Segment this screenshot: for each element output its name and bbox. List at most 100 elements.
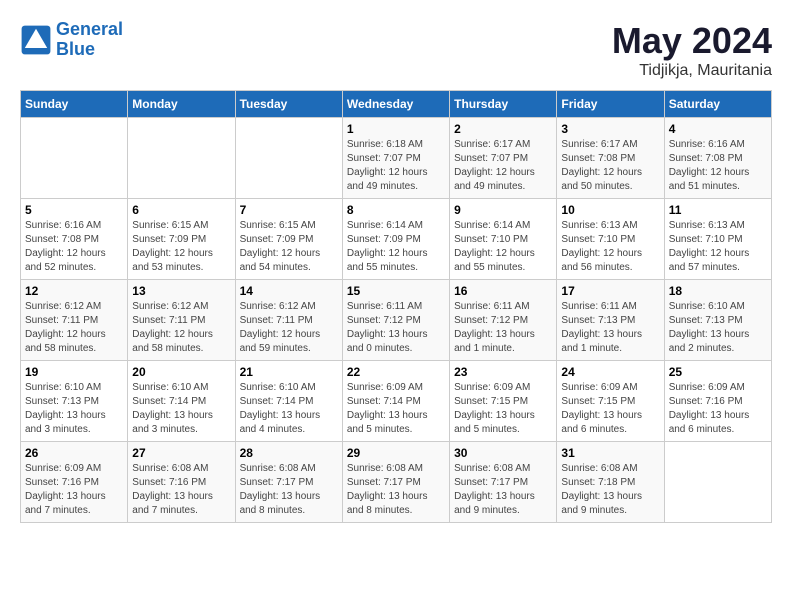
- location-subtitle: Tidjikja, Mauritania: [612, 62, 772, 80]
- calendar-table: SundayMondayTuesdayWednesdayThursdayFrid…: [20, 90, 772, 523]
- day-number: 3: [561, 122, 659, 136]
- day-detail: Sunrise: 6:08 AM Sunset: 7:17 PM Dayligh…: [347, 462, 445, 518]
- day-number: 1: [347, 122, 445, 136]
- table-cell: 29 Sunrise: 6:08 AM Sunset: 7:17 PM Dayli…: [342, 442, 449, 523]
- table-cell: 14 Sunrise: 6:12 AM Sunset: 7:11 PM Dayli…: [235, 280, 342, 361]
- day-number: 28: [240, 446, 338, 460]
- day-number: 21: [240, 365, 338, 379]
- day-detail: Sunrise: 6:13 AM Sunset: 7:10 PM Dayligh…: [561, 219, 659, 275]
- day-number: 27: [132, 446, 230, 460]
- table-cell: 16 Sunrise: 6:11 AM Sunset: 7:12 PM Dayli…: [450, 280, 557, 361]
- day-detail: Sunrise: 6:16 AM Sunset: 7:08 PM Dayligh…: [669, 138, 767, 194]
- day-number: 17: [561, 284, 659, 298]
- day-number: 13: [132, 284, 230, 298]
- day-detail: Sunrise: 6:13 AM Sunset: 7:10 PM Dayligh…: [669, 219, 767, 275]
- day-detail: Sunrise: 6:16 AM Sunset: 7:08 PM Dayligh…: [25, 219, 123, 275]
- table-cell: 6 Sunrise: 6:15 AM Sunset: 7:09 PM Daylig…: [128, 199, 235, 280]
- day-number: 19: [25, 365, 123, 379]
- logo-line2: Blue: [56, 39, 95, 59]
- day-detail: Sunrise: 6:17 AM Sunset: 7:08 PM Dayligh…: [561, 138, 659, 194]
- day-number: 20: [132, 365, 230, 379]
- table-cell: [235, 118, 342, 199]
- table-cell: 2 Sunrise: 6:17 AM Sunset: 7:07 PM Daylig…: [450, 118, 557, 199]
- day-number: 25: [669, 365, 767, 379]
- table-cell: 8Sunrise: 6:14 AM Sunset: 7:09 PM Daylig…: [342, 199, 449, 280]
- weekday-header-thursday: Thursday: [450, 91, 557, 118]
- day-number: 11: [669, 203, 767, 217]
- weekday-header-saturday: Saturday: [664, 91, 771, 118]
- day-number: 4: [669, 122, 767, 136]
- logo-line1: General: [56, 19, 123, 39]
- day-detail: Sunrise: 6:11 AM Sunset: 7:12 PM Dayligh…: [347, 300, 445, 356]
- week-row-3: 12 Sunrise: 6:12 AM Sunset: 7:11 PM Dayli…: [21, 280, 772, 361]
- table-cell: 7Sunrise: 6:15 AM Sunset: 7:09 PM Daylig…: [235, 199, 342, 280]
- table-cell: 1 Sunrise: 6:18 AM Sunset: 7:07 PM Daylig…: [342, 118, 449, 199]
- day-number: 7: [240, 203, 338, 217]
- day-detail: Sunrise: 6:10 AM Sunset: 7:13 PM Dayligh…: [25, 381, 123, 437]
- day-detail: Sunrise: 6:08 AM Sunset: 7:18 PM Dayligh…: [561, 462, 659, 518]
- week-row-1: 1 Sunrise: 6:18 AM Sunset: 7:07 PM Daylig…: [21, 118, 772, 199]
- table-cell: [128, 118, 235, 199]
- day-detail: Sunrise: 6:10 AM Sunset: 7:13 PM Dayligh…: [669, 300, 767, 356]
- day-detail: Sunrise: 6:08 AM Sunset: 7:16 PM Dayligh…: [132, 462, 230, 518]
- day-detail: Sunrise: 6:12 AM Sunset: 7:11 PM Dayligh…: [25, 300, 123, 356]
- table-cell: 30Sunrise: 6:08 AM Sunset: 7:17 PM Dayli…: [450, 442, 557, 523]
- day-number: 6: [132, 203, 230, 217]
- table-cell: 10 Sunrise: 6:13 AM Sunset: 7:10 PM Dayli…: [557, 199, 664, 280]
- weekday-header-tuesday: Tuesday: [235, 91, 342, 118]
- weekday-header-wednesday: Wednesday: [342, 91, 449, 118]
- table-cell: 20 Sunrise: 6:10 AM Sunset: 7:14 PM Dayli…: [128, 361, 235, 442]
- day-number: 15: [347, 284, 445, 298]
- day-detail: Sunrise: 6:18 AM Sunset: 7:07 PM Dayligh…: [347, 138, 445, 194]
- day-detail: Sunrise: 6:17 AM Sunset: 7:07 PM Dayligh…: [454, 138, 552, 194]
- day-number: 22: [347, 365, 445, 379]
- day-detail: Sunrise: 6:08 AM Sunset: 7:17 PM Dayligh…: [240, 462, 338, 518]
- day-number: 31: [561, 446, 659, 460]
- week-row-2: 5 Sunrise: 6:16 AM Sunset: 7:08 PM Daylig…: [21, 199, 772, 280]
- table-cell: 4 Sunrise: 6:16 AM Sunset: 7:08 PM Daylig…: [664, 118, 771, 199]
- table-cell: 25Sunrise: 6:09 AM Sunset: 7:16 PM Dayli…: [664, 361, 771, 442]
- table-cell: 9Sunrise: 6:14 AM Sunset: 7:10 PM Daylig…: [450, 199, 557, 280]
- day-number: 18: [669, 284, 767, 298]
- logo: General Blue: [20, 20, 123, 60]
- table-cell: 3 Sunrise: 6:17 AM Sunset: 7:08 PM Daylig…: [557, 118, 664, 199]
- table-cell: 13 Sunrise: 6:12 AM Sunset: 7:11 PM Dayli…: [128, 280, 235, 361]
- day-detail: Sunrise: 6:14 AM Sunset: 7:10 PM Dayligh…: [454, 219, 552, 275]
- day-number: 12: [25, 284, 123, 298]
- table-cell: 18 Sunrise: 6:10 AM Sunset: 7:13 PM Dayli…: [664, 280, 771, 361]
- day-detail: Sunrise: 6:09 AM Sunset: 7:15 PM Dayligh…: [454, 381, 552, 437]
- weekday-header-row: SundayMondayTuesdayWednesdayThursdayFrid…: [21, 91, 772, 118]
- logo-text: General Blue: [56, 20, 123, 60]
- day-number: 14: [240, 284, 338, 298]
- table-cell: 11 Sunrise: 6:13 AM Sunset: 7:10 PM Dayli…: [664, 199, 771, 280]
- day-detail: Sunrise: 6:09 AM Sunset: 7:14 PM Dayligh…: [347, 381, 445, 437]
- day-number: 5: [25, 203, 123, 217]
- weekday-header-sunday: Sunday: [21, 91, 128, 118]
- day-number: 24: [561, 365, 659, 379]
- day-number: 16: [454, 284, 552, 298]
- day-number: 10: [561, 203, 659, 217]
- week-row-4: 19 Sunrise: 6:10 AM Sunset: 7:13 PM Dayli…: [21, 361, 772, 442]
- table-cell: [664, 442, 771, 523]
- day-detail: Sunrise: 6:15 AM Sunset: 7:09 PM Dayligh…: [132, 219, 230, 275]
- day-number: 29: [347, 446, 445, 460]
- day-detail: Sunrise: 6:11 AM Sunset: 7:13 PM Dayligh…: [561, 300, 659, 356]
- table-cell: [21, 118, 128, 199]
- day-number: 2: [454, 122, 552, 136]
- table-cell: 5 Sunrise: 6:16 AM Sunset: 7:08 PM Daylig…: [21, 199, 128, 280]
- day-detail: Sunrise: 6:12 AM Sunset: 7:11 PM Dayligh…: [240, 300, 338, 356]
- table-cell: 19 Sunrise: 6:10 AM Sunset: 7:13 PM Dayli…: [21, 361, 128, 442]
- table-cell: 27 Sunrise: 6:08 AM Sunset: 7:16 PM Dayli…: [128, 442, 235, 523]
- weekday-header-monday: Monday: [128, 91, 235, 118]
- week-row-5: 26Sunrise: 6:09 AM Sunset: 7:16 PM Dayli…: [21, 442, 772, 523]
- weekday-header-friday: Friday: [557, 91, 664, 118]
- day-detail: Sunrise: 6:12 AM Sunset: 7:11 PM Dayligh…: [132, 300, 230, 356]
- table-cell: 26Sunrise: 6:09 AM Sunset: 7:16 PM Dayli…: [21, 442, 128, 523]
- day-detail: Sunrise: 6:10 AM Sunset: 7:14 PM Dayligh…: [132, 381, 230, 437]
- day-detail: Sunrise: 6:09 AM Sunset: 7:15 PM Dayligh…: [561, 381, 659, 437]
- day-detail: Sunrise: 6:11 AM Sunset: 7:12 PM Dayligh…: [454, 300, 552, 356]
- table-cell: 22 Sunrise: 6:09 AM Sunset: 7:14 PM Dayli…: [342, 361, 449, 442]
- table-cell: 23Sunrise: 6:09 AM Sunset: 7:15 PM Dayli…: [450, 361, 557, 442]
- table-cell: 17 Sunrise: 6:11 AM Sunset: 7:13 PM Dayli…: [557, 280, 664, 361]
- table-cell: 28 Sunrise: 6:08 AM Sunset: 7:17 PM Dayli…: [235, 442, 342, 523]
